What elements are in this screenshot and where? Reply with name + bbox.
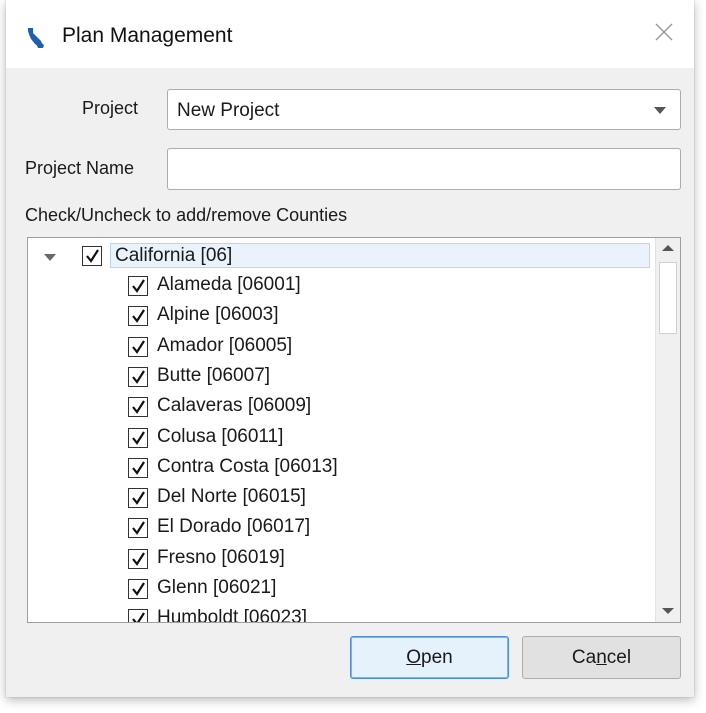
tree-item-row[interactable]: Alpine [06003]: [28, 301, 655, 331]
checkmark-icon: [132, 612, 145, 622]
tree-root-label: California [06]: [110, 243, 650, 268]
checkmark-icon: [132, 552, 145, 566]
title-bar[interactable]: Plan Management: [6, 0, 694, 68]
county-label: Alpine [06003]: [157, 304, 279, 326]
close-button[interactable]: [634, 0, 694, 68]
county-checkbox[interactable]: [128, 427, 148, 448]
checkmark-icon: [132, 521, 145, 536]
checkmark-icon: [86, 249, 99, 263]
scroll-down-icon[interactable]: [656, 600, 680, 622]
county-label: Contra Costa [06013]: [157, 455, 338, 477]
county-label: Calaveras [06009]: [157, 395, 312, 417]
checkmark-icon: [132, 279, 145, 293]
project-label: Project: [82, 98, 139, 118]
tree-item-row[interactable]: Fresno [06019]: [28, 544, 655, 574]
checkmark-icon: [132, 400, 145, 415]
close-icon: [655, 23, 673, 46]
tree-item-row[interactable]: Contra Costa [06013]: [28, 453, 655, 483]
plan-management-dialog: Plan Management Project New Project Proj…: [6, 0, 694, 697]
vertical-scrollbar[interactable]: [655, 238, 680, 622]
tree-item-row[interactable]: Butte [06007]: [28, 362, 655, 392]
county-label: Del Norte [06015]: [157, 486, 306, 508]
county-checkbox[interactable]: [128, 457, 148, 478]
county-checkbox[interactable]: [128, 366, 148, 387]
checkmark-icon: [132, 309, 145, 324]
county-checkbox[interactable]: [128, 548, 148, 569]
county-label: El Dorado [06017]: [157, 516, 311, 538]
open-label-rest: pen: [421, 647, 453, 668]
project-select-value: New Project: [177, 100, 280, 121]
scrollbar-thumb[interactable]: [659, 262, 677, 334]
tree-item-row[interactable]: Colusa [06011]: [28, 423, 655, 453]
county-label: Colusa [06011]: [157, 425, 284, 447]
county-checkbox[interactable]: [128, 518, 148, 539]
open-mnemonic: O: [406, 647, 422, 668]
project-name-label: Project Name: [25, 158, 135, 178]
county-checkbox[interactable]: [128, 336, 148, 357]
project-name-input[interactable]: [167, 148, 681, 190]
county-checkbox[interactable]: [128, 397, 148, 418]
tree-root-row[interactable]: California [06]: [28, 241, 655, 271]
tree-item-row[interactable]: El Dorado [06017]: [28, 513, 655, 543]
checkmark-icon: [132, 430, 145, 445]
county-label: Fresno [06019]: [157, 546, 285, 568]
county-checkbox[interactable]: [128, 276, 148, 296]
county-checkbox[interactable]: [128, 488, 148, 509]
county-checkbox[interactable]: [128, 579, 148, 599]
county-label: Butte [06007]: [157, 364, 271, 386]
tree-item-row[interactable]: Humboldt [06023]: [28, 604, 655, 622]
cancel-label-rest: cel: [606, 647, 632, 668]
county-label: Glenn [06021]: [157, 577, 277, 598]
checkmark-icon: [132, 582, 145, 596]
tree-item-row[interactable]: Alameda [06001]: [28, 271, 655, 301]
counties-tree[interactable]: California [06] Alameda [06001] Alpine [0…: [27, 237, 681, 623]
checkmark-icon: [132, 340, 145, 354]
open-button[interactable]: Open: [350, 636, 509, 679]
cancel-mnemonic: n: [596, 647, 607, 668]
chevron-down-icon: [654, 107, 666, 114]
county-label: Amador [06005]: [157, 334, 293, 356]
project-select[interactable]: New Project: [167, 89, 681, 130]
county-checkbox[interactable]: [128, 609, 148, 622]
cancel-label-prefix: Ca: [571, 647, 597, 668]
root-checkbox[interactable]: [82, 246, 102, 266]
checkmark-icon: [132, 491, 145, 505]
checkmark-icon: [132, 461, 145, 475]
county-label: Alameda [06001]: [157, 274, 301, 295]
scroll-up-icon[interactable]: [656, 238, 680, 260]
tree-item-row[interactable]: Calaveras [06009]: [28, 392, 655, 422]
counties-instruction: Check/Uncheck to add/remove Counties: [25, 205, 348, 225]
window-title: Plan Management: [62, 24, 233, 47]
expand-arrow-icon[interactable]: [44, 254, 56, 261]
tree-rows: California [06] Alameda [06001] Alpine [0…: [28, 238, 655, 622]
checkmark-icon: [132, 370, 145, 384]
county-checkbox[interactable]: [128, 306, 148, 327]
california-state-icon: [26, 27, 46, 49]
county-label: Humboldt [06023]: [157, 607, 307, 622]
tree-item-row[interactable]: Del Norte [06015]: [28, 483, 655, 513]
tree-item-row[interactable]: Glenn [06021]: [28, 574, 655, 604]
cancel-button[interactable]: Cancel: [522, 636, 681, 679]
tree-item-row[interactable]: Amador [06005]: [28, 332, 655, 362]
